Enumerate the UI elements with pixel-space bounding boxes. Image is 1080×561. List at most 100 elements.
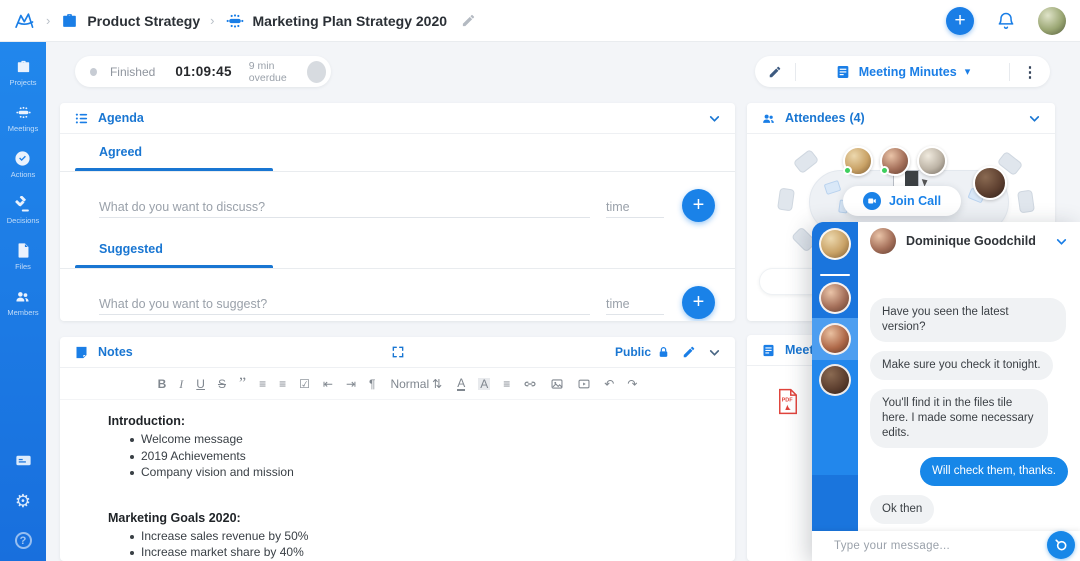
strikethrough-icon[interactable]: S	[218, 378, 226, 390]
chat-message: Have you seen the latest version?	[870, 298, 1066, 342]
video-icon[interactable]	[577, 377, 591, 391]
chat-contact-avatar[interactable]	[819, 364, 851, 396]
chat-message: You'll find it in the files tile here. I…	[870, 389, 1048, 448]
chat-contact-avatar[interactable]	[819, 282, 851, 314]
indent-icon[interactable]: ⇥	[346, 378, 356, 390]
align-icon[interactable]: ≡	[503, 378, 510, 390]
breadcrumb-meeting[interactable]: Marketing Plan Strategy 2020	[253, 13, 448, 29]
more-options-button[interactable]: ⋮	[1010, 63, 1050, 81]
notes-content[interactable]: Introduction: Welcome message 2019 Achie…	[60, 400, 735, 561]
notifications-bell-icon[interactable]	[996, 11, 1016, 31]
plus-icon: +	[692, 291, 705, 313]
chat-contacts-rail	[812, 222, 858, 531]
text-color-icon[interactable]: A	[457, 377, 466, 391]
briefcase-icon	[17, 60, 29, 73]
link-icon[interactable]	[523, 377, 537, 391]
tab-agreed[interactable]: Agreed	[60, 145, 735, 159]
collapse-chevron-icon[interactable]	[708, 346, 721, 359]
format-dropdown[interactable]: Normal ⇅	[390, 377, 442, 391]
attendees-count: (4)	[849, 111, 865, 125]
visibility-toggle[interactable]: Public	[615, 345, 651, 359]
sidebar-item-projects[interactable]: Projects	[9, 58, 37, 87]
add-suggestion-button[interactable]: +	[682, 286, 715, 319]
chat-contact-avatar[interactable]	[819, 323, 851, 355]
sidebar-item-members[interactable]: Members	[7, 288, 39, 317]
selected-view-label: Meeting Minutes	[858, 64, 957, 79]
app-logo-icon[interactable]	[14, 10, 36, 32]
underline-icon[interactable]: U	[196, 378, 205, 390]
notes-item: 2019 Achievements	[130, 448, 715, 465]
image-icon[interactable]	[550, 377, 564, 391]
rich-text-toolbar: B I U S ” ≡ ≡ ☑ ⇤ ⇥ ¶ Normal ⇅ A A ≡ ↶ ↷	[60, 368, 735, 400]
add-agenda-item-button[interactable]: +	[682, 189, 715, 222]
chat-collapse-chevron-icon[interactable]	[1055, 235, 1068, 248]
notes-title: Notes	[98, 345, 133, 359]
breadcrumb-project[interactable]: Product Strategy	[87, 13, 200, 29]
document-icon	[763, 344, 774, 356]
attendee-avatar[interactable]	[843, 146, 873, 176]
lock-icon	[659, 346, 668, 357]
join-call-button[interactable]: Join Call	[843, 186, 961, 216]
attendee-avatar[interactable]	[973, 166, 1007, 200]
edit-notes-pencil-icon[interactable]	[682, 345, 696, 359]
sidebar-item-meetings[interactable]: Meetings	[8, 104, 38, 133]
fullscreen-icon[interactable]	[391, 345, 405, 359]
notes-list: Welcome message 2019 Achievements Compan…	[130, 431, 715, 481]
bullet-list-icon[interactable]: ≡	[279, 378, 286, 390]
settings-gear-icon[interactable]: ⚙	[15, 492, 31, 510]
edit-title-pencil-icon[interactable]	[461, 13, 476, 28]
italic-icon[interactable]: I	[179, 378, 183, 390]
agenda-header: Agenda	[60, 103, 735, 134]
send-message-button[interactable]	[1047, 531, 1075, 559]
chat-message-input[interactable]	[834, 540, 1047, 552]
sidebar-item-files[interactable]: Files	[15, 242, 32, 271]
chat-contact-avatar[interactable]	[819, 228, 851, 260]
rail-divider	[820, 274, 850, 276]
agenda-topic-input[interactable]	[99, 196, 590, 218]
highlight-color-icon[interactable]: A	[478, 377, 491, 390]
attendee-avatar[interactable]	[880, 146, 910, 176]
checklist-icon[interactable]: ☑	[299, 378, 310, 390]
meeting-cards-icon[interactable]	[14, 451, 33, 470]
agenda-suggest-row: +	[60, 269, 735, 321]
sidebar-item-decisions[interactable]: Decisions	[6, 196, 40, 225]
blockquote-icon[interactable]: ”	[239, 375, 246, 392]
collapse-chevron-icon[interactable]	[708, 112, 721, 125]
ordered-list-icon[interactable]: ≡	[259, 378, 266, 390]
chat-message: Will check them, thanks.	[920, 457, 1068, 486]
gavel-icon	[15, 196, 30, 212]
svg-text:PDF: PDF	[782, 398, 794, 404]
timer-elapsed: 01:09:45	[175, 64, 232, 79]
edit-view-button[interactable]	[755, 65, 795, 79]
attendees-title: Attendees	[785, 111, 846, 125]
sidebar-item-actions[interactable]: Actions	[11, 150, 35, 179]
chair	[792, 148, 820, 175]
meeting-table-icon	[226, 13, 243, 28]
attendee-avatar[interactable]	[917, 146, 947, 176]
notes-heading: Introduction:	[108, 414, 186, 428]
undo-icon[interactable]: ↶	[604, 378, 614, 390]
online-status-dot	[880, 166, 889, 175]
agenda-suggest-input[interactable]	[99, 293, 590, 315]
help-icon[interactable]: ?	[14, 532, 32, 549]
sidebar-label: Members	[7, 308, 39, 317]
view-selector-dropdown[interactable]: Meeting Minutes ▾	[796, 64, 1009, 80]
agenda-suggest-time-input[interactable]	[606, 293, 664, 315]
breadcrumb-separator: ›	[210, 13, 215, 28]
timer-avatar-placeholder[interactable]	[306, 60, 326, 83]
collapse-chevron-icon[interactable]	[1028, 112, 1041, 125]
sidebar-label: Decisions	[6, 216, 40, 225]
agenda-time-input[interactable]	[606, 196, 664, 218]
create-new-button[interactable]: +	[946, 6, 974, 35]
tab-suggested[interactable]: Suggested	[60, 242, 735, 256]
kebab-menu-icon: ⋮	[1022, 63, 1038, 81]
chat-contact-name: Dominique Goodchild	[906, 234, 1036, 248]
chat-messages[interactable]: Have you seen the latest version? Make s…	[858, 260, 1080, 561]
outdent-icon[interactable]: ⇤	[323, 378, 333, 390]
user-avatar[interactable]	[1038, 6, 1066, 35]
bold-icon[interactable]: B	[158, 378, 167, 390]
text-direction-icon[interactable]: ¶	[369, 378, 375, 390]
bot-logo-icon	[1055, 539, 1067, 551]
redo-icon[interactable]: ↷	[627, 378, 637, 390]
